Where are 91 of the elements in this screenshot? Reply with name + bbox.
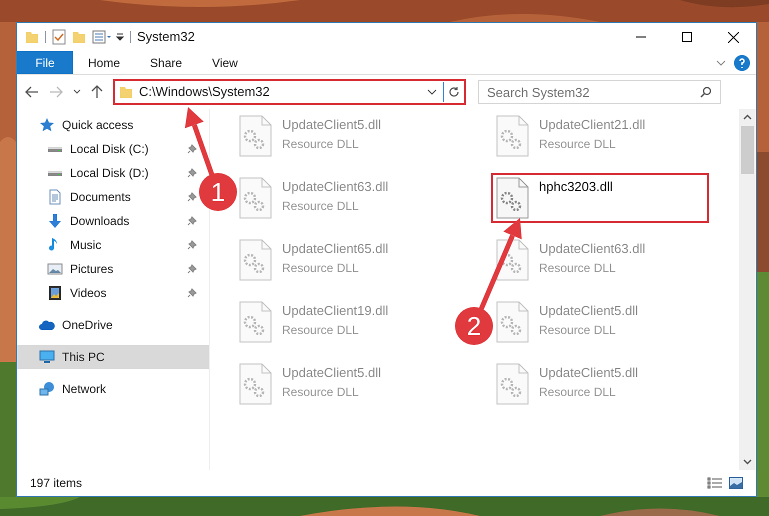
back-icon[interactable] [25, 86, 39, 98]
ribbon-tab[interactable]: Share [135, 51, 198, 74]
file-type: Resource DLL [539, 136, 617, 152]
pin-icon[interactable] [187, 240, 197, 250]
dropdown-icon[interactable] [116, 32, 124, 42]
file-type: Resource DLL [282, 322, 360, 338]
nav-item[interactable]: Network [17, 377, 108, 401]
file-name: UpdateClient21.dll [539, 116, 646, 134]
chevron-icon[interactable] [716, 60, 726, 66]
maximize-icon [682, 32, 692, 42]
help-icon[interactable] [734, 54, 750, 70]
gear-file-icon [238, 239, 272, 281]
pin-icon[interactable] [187, 216, 197, 226]
file-item[interactable]: hphc3203.dll [491, 173, 709, 223]
scroll-down-icon[interactable] [743, 459, 752, 465]
nav-item[interactable]: This PC [17, 345, 209, 369]
file-type: Resource DLL [282, 384, 360, 400]
refresh-icon[interactable] [448, 86, 460, 98]
annotation-arrow [184, 107, 214, 176]
address-bar[interactable]: C:\Windows\System32 [113, 79, 466, 105]
dropdown-icon[interactable] [427, 89, 437, 95]
gear-file-icon [238, 363, 272, 405]
nav-item[interactable]: Local Disk (C:) [17, 137, 197, 161]
file-name: UpdateClient63.dll [282, 178, 388, 196]
down-arrow-icon [47, 213, 63, 229]
recent-dropdown-icon[interactable] [73, 89, 81, 95]
callout-number: 2 [466, 311, 482, 341]
file-name: hphc3203.dll [539, 178, 613, 196]
gear-file-icon [495, 363, 529, 405]
window-title: System32 [137, 28, 195, 46]
tiles-view-icon[interactable] [729, 477, 743, 489]
file-type: Resource DLL [539, 384, 617, 400]
document-icon [47, 189, 63, 205]
gear-file-icon [238, 177, 272, 219]
file-name: UpdateClient5.dll [539, 364, 638, 382]
close-icon [728, 32, 738, 42]
checklist-icon [52, 29, 66, 45]
pin-icon[interactable] [187, 288, 197, 298]
file-name: UpdateClient65.dll [282, 240, 388, 258]
nav-item[interactable]: Documents [17, 185, 197, 209]
pin-icon[interactable] [187, 168, 197, 178]
pin-icon[interactable] [187, 192, 197, 202]
folder-icon [25, 30, 39, 44]
file-name: UpdateClient5.dll [539, 302, 638, 320]
address-path: C:\Windows\System32 [139, 83, 270, 102]
details-view-icon[interactable] [707, 477, 723, 489]
scroll-thumb[interactable] [741, 126, 754, 174]
nav-item[interactable]: Downloads [17, 209, 197, 233]
nav-item[interactable]: OneDrive [17, 313, 115, 337]
nav-item[interactable]: Videos [17, 281, 197, 305]
callout-badge [199, 173, 237, 211]
gear-file-icon [495, 239, 529, 281]
file-name: UpdateClient5.dll [282, 116, 382, 134]
search-icon[interactable] [700, 86, 712, 98]
gear-file-icon [238, 301, 272, 343]
gear-file-icon [495, 301, 529, 343]
gear-file-icon [495, 177, 529, 219]
scroll-up-icon[interactable] [743, 114, 752, 120]
folder-icon [119, 85, 133, 99]
ribbon-tab[interactable]: Home [73, 51, 136, 74]
scrollbar[interactable] [739, 109, 756, 470]
file-type: Resource DLL [282, 260, 360, 276]
file-name: UpdateClient63.dll [539, 240, 646, 258]
ribbon-tab[interactable]: View [197, 51, 253, 74]
file-type: Resource DLL [282, 136, 360, 152]
item-count: 197 items [30, 475, 82, 492]
properties-icon [92, 30, 112, 44]
folder-icon [72, 30, 86, 44]
callout-badge [455, 307, 493, 345]
file-type: Resource DLL [539, 260, 617, 276]
nav-item[interactable]: Quick access [17, 113, 136, 137]
monitor-icon [39, 349, 55, 365]
file-name: UpdateClient19.dll [282, 302, 388, 320]
nav-item[interactable]: Music [17, 233, 197, 257]
file-name: UpdateClient5.dll [282, 364, 382, 382]
picture-icon [47, 261, 63, 277]
network-icon [39, 381, 55, 397]
pin-icon[interactable] [187, 144, 197, 154]
nav-item[interactable]: Local Disk (D:) [17, 161, 197, 185]
pin-icon[interactable] [187, 264, 197, 274]
file-type: Resource DLL [282, 198, 360, 214]
file-menu-button[interactable]: File [17, 51, 73, 74]
star-icon [39, 117, 55, 133]
search-field[interactable]: Search System32 [478, 80, 721, 104]
callout-number: 1 [210, 177, 226, 207]
gear-file-icon [238, 115, 272, 157]
gear-file-icon [495, 115, 529, 157]
film-icon [47, 285, 63, 301]
file-type: Resource DLL [539, 322, 617, 338]
nav-item[interactable]: Pictures [17, 257, 197, 281]
up-icon[interactable] [91, 85, 103, 99]
